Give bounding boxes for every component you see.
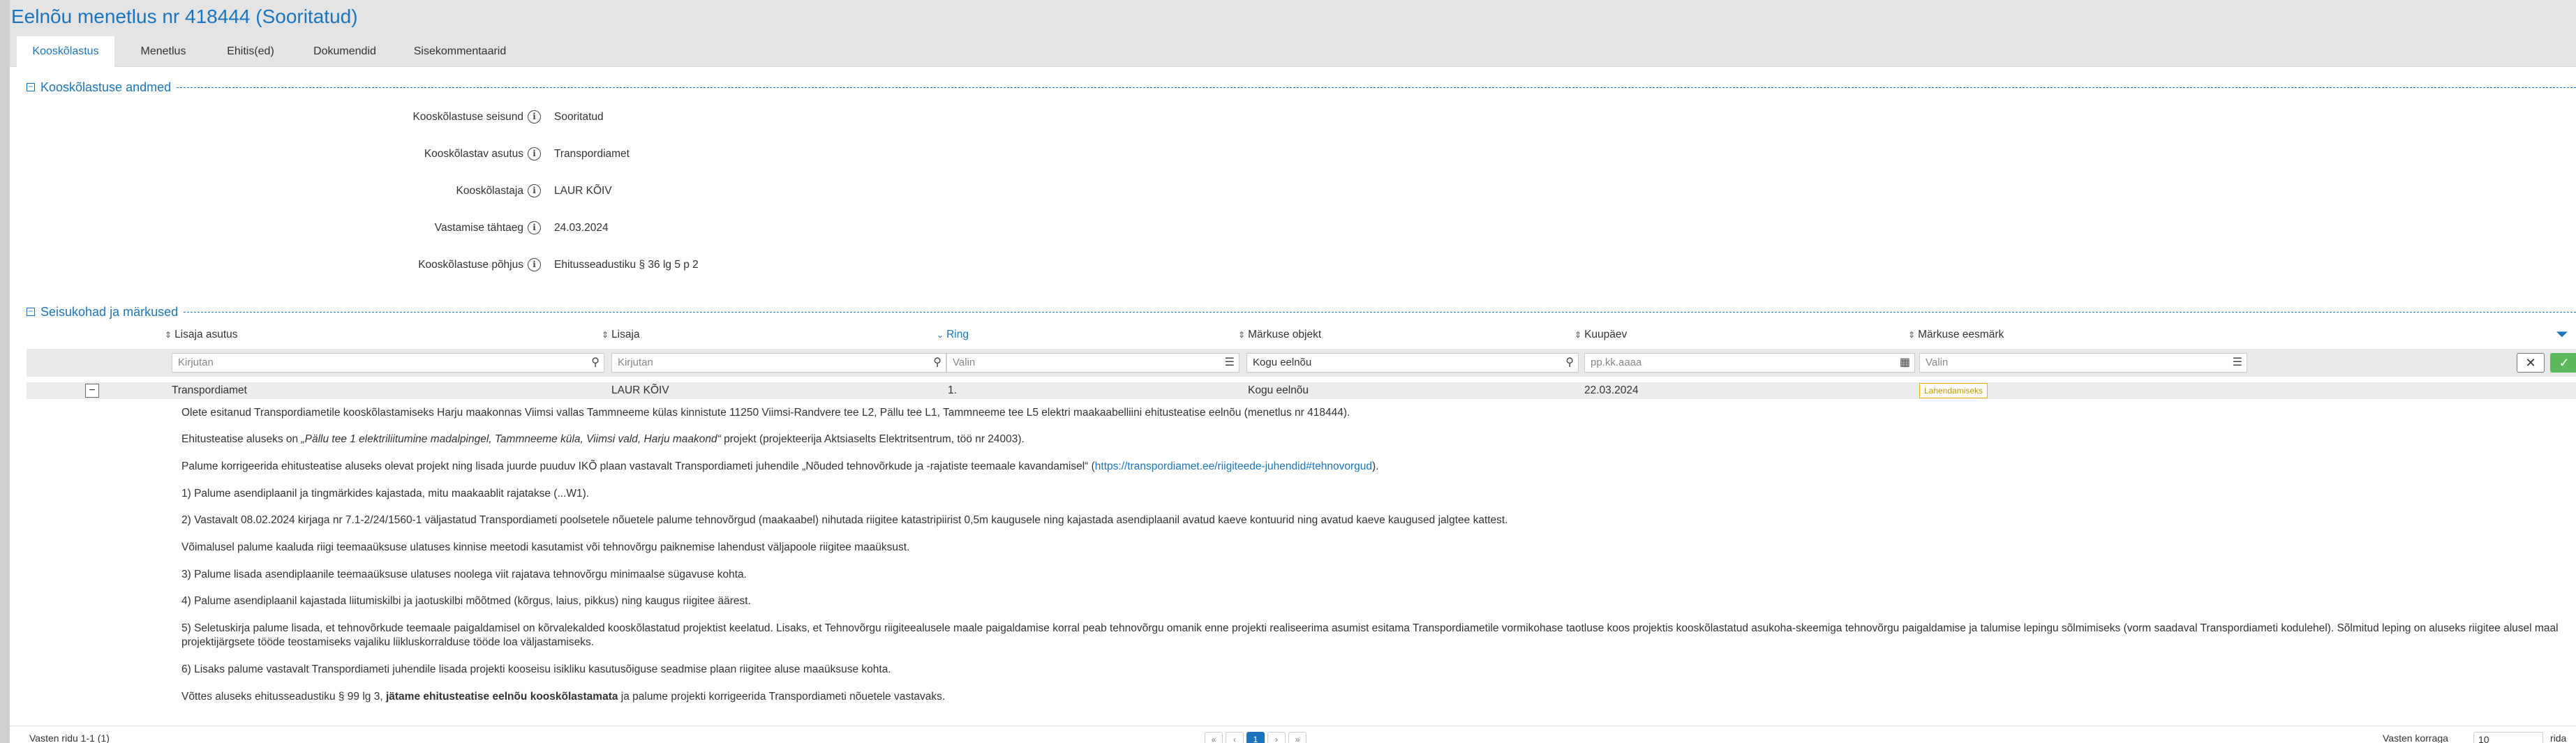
field-label: Kooskõlastaja i bbox=[456, 183, 541, 200]
filter-eesmark-select[interactable]: Valin ☰ bbox=[1919, 353, 2247, 373]
pager-page-button[interactable]: 1 bbox=[1246, 732, 1265, 743]
section-remarks-title: Seisukohad ja märkused bbox=[40, 305, 179, 319]
field-value: Ehitusseadustiku § 36 lg 5 p 2 bbox=[554, 259, 699, 271]
cell-lisaja: LAUR KÕIV bbox=[611, 384, 669, 396]
info-icon[interactable]: i bbox=[528, 147, 541, 161]
col-lisaja[interactable]: ⇕ Lisaja bbox=[602, 327, 640, 343]
section-info-header[interactable]: − Kooskõlastuse andmed bbox=[27, 79, 2576, 96]
sort-icon: ⇕ bbox=[602, 330, 609, 340]
pager-rows-text: Vasten ridu 1-1 (1) bbox=[29, 733, 110, 743]
title-bar: Eelnõu menetlus nr 418444 (Sooritatud) bbox=[10, 0, 2576, 36]
search-icon[interactable]: ⚲ bbox=[1565, 354, 1574, 372]
filter-lisaja-asutus-input[interactable]: Kirjutan ⚲ bbox=[172, 353, 604, 373]
sort-icon: ⇕ bbox=[1574, 330, 1582, 340]
tab-dokumendid[interactable]: Dokumendid bbox=[299, 36, 390, 67]
section-remarks-header[interactable]: − Seisukohad ja märkused bbox=[27, 303, 2576, 320]
field-row-asutus: Kooskõlastav asutus i Transpordiamet bbox=[10, 146, 2576, 163]
field-label: Kooskõlastuse põhjus i bbox=[418, 257, 541, 273]
field-label: Vastamise tähtaeg i bbox=[435, 220, 541, 237]
field-row-tahtaeg: Vastamise tähtaeg i 24.03.2024 bbox=[10, 220, 2576, 237]
col-ring[interactable]: ⌄ Ring bbox=[937, 327, 969, 343]
pager-per-page-select[interactable]: 10 bbox=[2473, 732, 2543, 743]
filter-ring-select[interactable]: Valin ☰ bbox=[946, 353, 1239, 373]
tab-bar: Kooskõlastus Menetlus Ehitis(ed) Dokumen… bbox=[10, 36, 2576, 67]
collapse-icon[interactable]: − bbox=[27, 82, 35, 91]
remark-paragraph: 2) Vastavalt 08.02.2024 kirjaga nr 7.1-2… bbox=[181, 514, 1508, 526]
cell-kuupaev: 22.03.2024 bbox=[1584, 384, 1639, 396]
field-value: Sooritatud bbox=[554, 111, 604, 123]
pager: Vasten ridu 1-1 (1) « ‹ 1 › » Vasten kor… bbox=[10, 726, 2576, 743]
cell-ring: 1. bbox=[948, 384, 957, 396]
apply-filters-button[interactable]: ✓ bbox=[2550, 353, 2576, 373]
field-value: Transpordiamet bbox=[554, 148, 630, 160]
field-row-pohjus: Kooskõlastuse põhjus i Ehitusseadustiku §… bbox=[10, 257, 2576, 273]
remark-paragraph: 3) Palume lisada asendiplaanile teemaaük… bbox=[181, 569, 747, 580]
col-markuse-eesmark[interactable]: ⇕ Märkuse eesmärk bbox=[1908, 327, 2004, 343]
col-lisaja-asutus[interactable]: ⇕ Lisaja asutus bbox=[165, 327, 238, 343]
pager-last-button[interactable]: » bbox=[1288, 732, 1306, 743]
filter-row: Kirjutan ⚲ Kirjutan ⚲ Valin ☰ Kogu eelnõu ⚲ … bbox=[27, 349, 2576, 377]
collapse-row-button[interactable]: − bbox=[85, 384, 99, 398]
field-value: 24.03.2024 bbox=[554, 222, 609, 234]
table-row[interactable]: − Transpordiamet LAUR KÕIV 1. Kogu eelnõ… bbox=[27, 382, 2576, 399]
field-row-kooskolastaja: Kooskõlastaja i LAUR KÕIV bbox=[10, 183, 2576, 200]
sort-icon: ⇕ bbox=[1238, 330, 1246, 340]
calendar-icon[interactable]: ▦ bbox=[1900, 354, 1910, 372]
pager-prev-button[interactable]: ‹ bbox=[1226, 732, 1244, 743]
search-icon[interactable]: ⚲ bbox=[591, 354, 600, 372]
field-label: Kooskõlastav asutus i bbox=[424, 146, 541, 163]
search-icon[interactable]: ⚲ bbox=[933, 354, 941, 372]
left-edge-strip bbox=[0, 0, 10, 743]
remark-paragraph: 5) Seletuskirja palume lisada, et tehnov… bbox=[181, 622, 2559, 648]
remark-paragraph: 1) Palume asendiplaanil ja tingmärkides … bbox=[181, 488, 590, 500]
info-icon[interactable]: i bbox=[528, 221, 541, 235]
col-markuse-objekt[interactable]: ⇕ Märkuse objekt bbox=[1238, 327, 1321, 343]
cell-asutus: Transpordiamet bbox=[172, 384, 247, 396]
section-info-title: Kooskõlastuse andmed bbox=[40, 80, 172, 94]
filter-lisaja-input[interactable]: Kirjutan ⚲ bbox=[611, 353, 946, 373]
page-title: Eelnõu menetlus nr 418444 (Sooritatud) bbox=[11, 6, 358, 27]
filter-objekt-input[interactable]: Kogu eelnõu ⚲ bbox=[1246, 353, 1579, 373]
status-badge: Lahendamiseks bbox=[1919, 383, 1988, 398]
cell-objekt: Kogu eelnõu bbox=[1248, 384, 1309, 396]
main-content: − Kooskõlastuse andmed Kooskõlastuse sei… bbox=[10, 67, 2576, 743]
clear-filters-button[interactable]: ✕ bbox=[2517, 353, 2545, 373]
info-icon[interactable]: i bbox=[528, 184, 541, 198]
app-window: Eelnõu menetlus nr 418444 (Sooritatud) K… bbox=[10, 0, 2576, 743]
sort-icon: ⇕ bbox=[1908, 330, 1916, 340]
field-label: Kooskõlastuse seisund i bbox=[412, 109, 541, 126]
pager-next-button[interactable]: › bbox=[1267, 732, 1286, 743]
remark-paragraph: 4) Palume asendiplaanil kajastada liitum… bbox=[181, 595, 751, 607]
field-value: LAUR KÕIV bbox=[554, 185, 612, 197]
filter-icon[interactable]: ⏷ bbox=[2556, 325, 2568, 343]
pager-first-button[interactable]: « bbox=[1205, 732, 1223, 743]
tab-menetlus[interactable]: Menetlus bbox=[121, 36, 205, 67]
chevron-down-icon: ⌄ bbox=[937, 330, 944, 340]
remark-paragraph: Palume korrigeerida ehitusteatise alusek… bbox=[181, 460, 1379, 472]
juhendid-link[interactable]: https://transpordiamet.ee/riigiteede-juh… bbox=[1095, 460, 1372, 472]
info-icon[interactable]: i bbox=[528, 258, 541, 272]
remark-paragraph: Olete esitanud Transpordiametile kooskõl… bbox=[181, 407, 1350, 419]
remark-paragraph: Võttes aluseks ehitusseadustiku § 99 lg … bbox=[181, 691, 946, 703]
pager-per-page-suffix: rida bbox=[2550, 733, 2567, 743]
sort-icon: ⇕ bbox=[165, 330, 172, 340]
tab-sisekommentaarid[interactable]: Sisekommentaarid bbox=[397, 36, 523, 67]
info-icon[interactable]: i bbox=[528, 110, 541, 124]
remark-paragraph: Ehitusteatise aluseks on „Pällu tee 1 el… bbox=[181, 433, 1025, 445]
list-icon[interactable]: ☰ bbox=[2233, 354, 2242, 372]
list-icon[interactable]: ☰ bbox=[1225, 354, 1235, 372]
collapse-icon[interactable]: − bbox=[27, 307, 35, 316]
tab-ehitised[interactable]: Ehitis(ed) bbox=[212, 36, 289, 67]
field-row-seisund: Kooskõlastuse seisund i Sooritatud bbox=[10, 109, 2576, 126]
section-divider bbox=[177, 87, 2576, 88]
section-divider bbox=[184, 311, 2576, 313]
filter-kuupaev-input[interactable]: pp.kk.aaaa ▦ bbox=[1584, 353, 1915, 373]
col-kuupaev[interactable]: ⇕ Kuupäev bbox=[1574, 327, 1627, 343]
pager-per-page-label: Vasten korraga bbox=[2383, 733, 2448, 743]
remark-paragraph: 6) Lisaks palume vastavalt Transpordiame… bbox=[181, 663, 891, 675]
tab-kooskolastus[interactable]: Kooskõlastus bbox=[17, 36, 114, 67]
remark-paragraph: Võimalusel palume kaaluda riigi teemaaük… bbox=[181, 541, 910, 553]
